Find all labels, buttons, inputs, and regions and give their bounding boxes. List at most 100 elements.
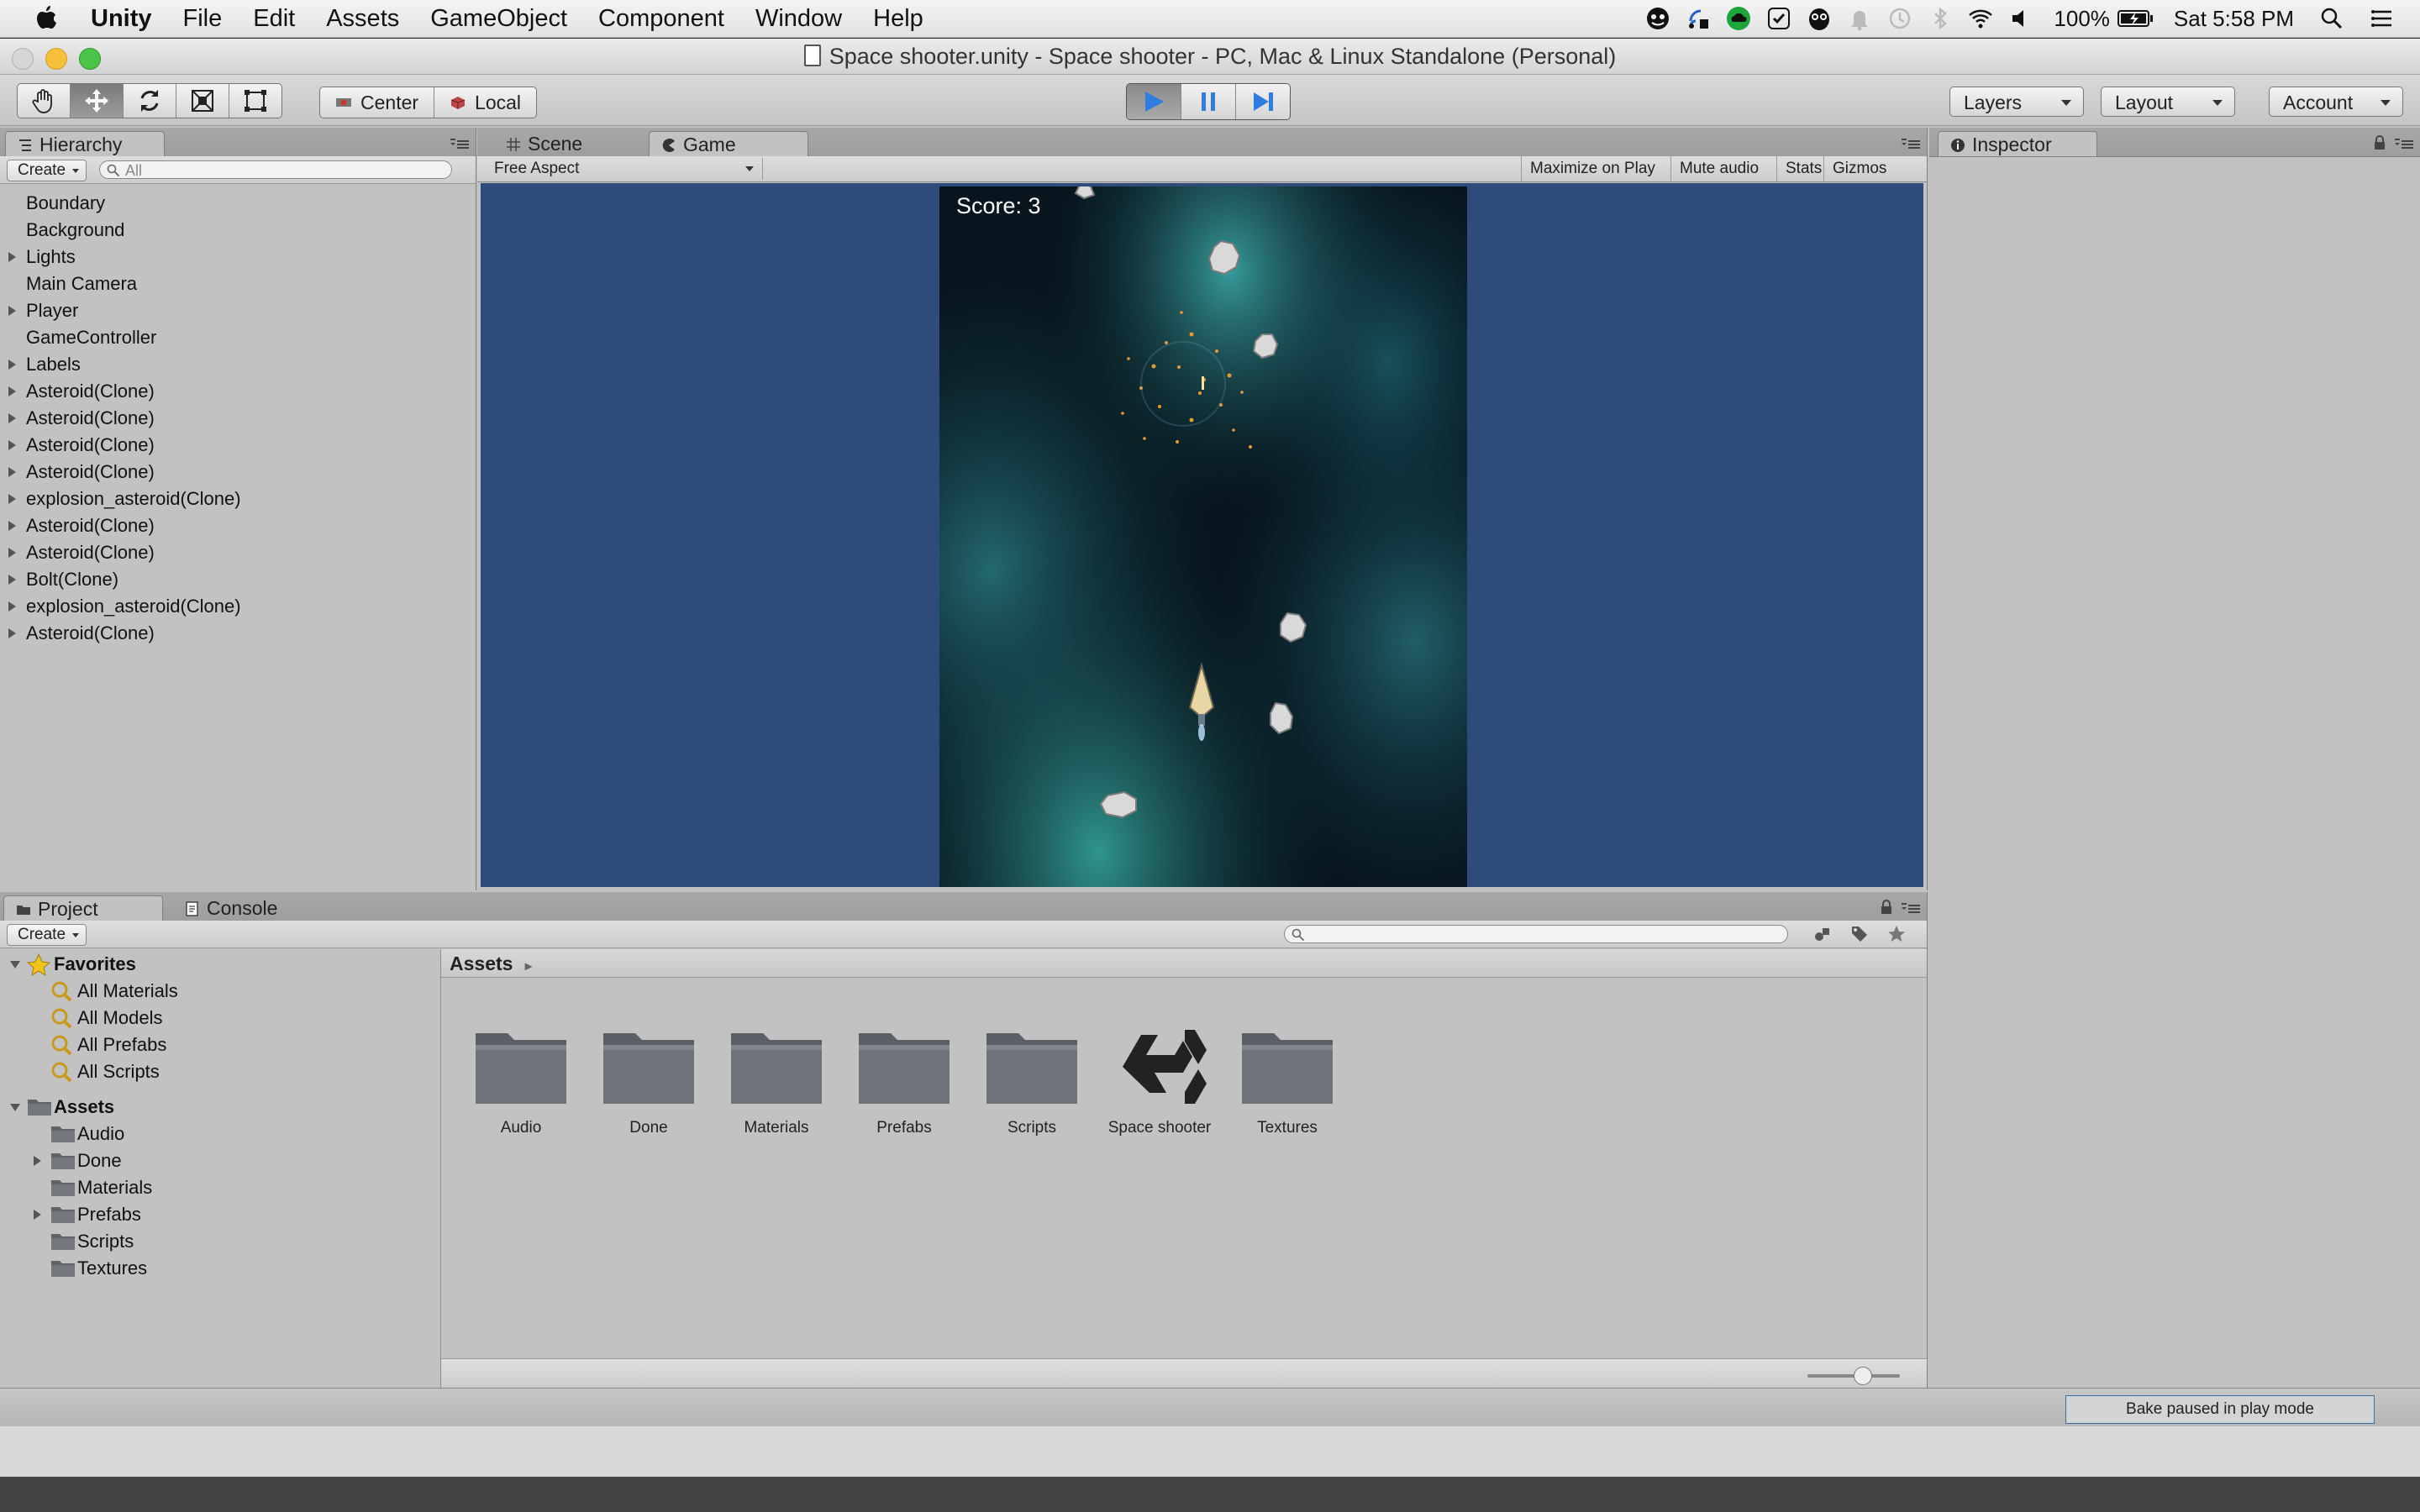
aspect-ratio-dropdown[interactable]: Free Aspect: [486, 158, 763, 180]
hierarchy-item[interactable]: Labels: [0, 351, 476, 378]
expand-arrow-icon[interactable]: [8, 601, 16, 612]
step-button[interactable]: [1236, 84, 1290, 119]
hierarchy-item[interactable]: Asteroid(Clone): [0, 512, 476, 539]
asset-folder-item[interactable]: Textures: [0, 1255, 440, 1282]
favorite-item[interactable]: All Materials: [0, 978, 440, 1005]
notification-bell-icon[interactable]: [1847, 6, 1872, 31]
scale-tool-button[interactable]: [176, 84, 229, 118]
tab-scene[interactable]: Scene: [494, 131, 637, 156]
hierarchy-item[interactable]: Asteroid(Clone): [0, 620, 476, 647]
pivot-center-button[interactable]: Center: [320, 87, 435, 118]
asset-folder[interactable]: Scripts: [969, 1020, 1095, 1137]
tab-console[interactable]: Console: [173, 895, 316, 921]
asset-folder[interactable]: Materials: [713, 1020, 839, 1137]
hierarchy-item[interactable]: Asteroid(Clone): [0, 378, 476, 405]
hierarchy-item[interactable]: Lights: [0, 244, 476, 270]
window-close-button[interactable]: [12, 48, 34, 70]
favorites-star-icon[interactable]: [1887, 925, 1906, 943]
asset-folder-item[interactable]: Prefabs: [0, 1201, 440, 1228]
layout-dropdown[interactable]: Layout: [2101, 87, 2235, 117]
hand-tool-button[interactable]: [18, 84, 71, 118]
hierarchy-item[interactable]: Boundary: [0, 190, 476, 217]
hierarchy-create-button[interactable]: Create: [7, 160, 87, 181]
hierarchy-item[interactable]: explosion_asteroid(Clone): [0, 486, 476, 512]
favorites-section[interactable]: Favorites: [0, 951, 440, 978]
menu-file[interactable]: File: [183, 5, 223, 33]
notification-center-icon[interactable]: [2370, 6, 2395, 31]
window-zoom-button[interactable]: [79, 48, 101, 70]
asset-folder[interactable]: Textures: [1224, 1020, 1350, 1137]
expand-arrow-icon[interactable]: [8, 360, 16, 370]
hierarchy-item[interactable]: GameController: [0, 324, 476, 351]
volume-icon[interactable]: [2008, 6, 2033, 31]
expand-arrow-icon[interactable]: [8, 628, 16, 638]
owl-app-icon[interactable]: [1807, 6, 1832, 31]
collapse-arrow-icon[interactable]: [10, 961, 20, 969]
assets-breadcrumb[interactable]: Assets ▸: [441, 949, 1927, 978]
asset-folder-item[interactable]: Done: [0, 1147, 440, 1174]
pivot-local-button[interactable]: Local: [434, 87, 536, 118]
window-minimize-button[interactable]: [45, 48, 67, 70]
move-tool-button[interactable]: [71, 84, 124, 118]
hierarchy-search-input[interactable]: All: [99, 160, 452, 179]
hierarchy-item[interactable]: Asteroid(Clone): [0, 405, 476, 432]
asset-folder-item[interactable]: Materials: [0, 1174, 440, 1201]
menu-edit[interactable]: Edit: [253, 5, 295, 33]
maximize-on-play-toggle[interactable]: Maximize on Play: [1521, 156, 1664, 181]
hierarchy-item[interactable]: Bolt(Clone): [0, 566, 476, 593]
play-button[interactable]: [1127, 84, 1181, 119]
hierarchy-item[interactable]: Player: [0, 297, 476, 324]
wifi-sync-icon[interactable]: [1686, 6, 1711, 31]
filter-by-label-icon[interactable]: [1850, 925, 1869, 943]
menu-help[interactable]: Help: [873, 5, 923, 33]
hierarchy-item[interactable]: explosion_asteroid(Clone): [0, 593, 476, 620]
favorite-item[interactable]: All Prefabs: [0, 1032, 440, 1058]
cloud-sync-icon[interactable]: [1726, 6, 1751, 31]
hierarchy-item[interactable]: Background: [0, 217, 476, 244]
rotate-tool-button[interactable]: [124, 84, 176, 118]
expand-arrow-icon[interactable]: [8, 252, 16, 262]
battery-charging-icon[interactable]: [2117, 6, 2154, 31]
bake-status[interactable]: Bake paused in play mode: [2065, 1395, 2375, 1424]
pause-button[interactable]: [1181, 84, 1236, 119]
bluetooth-icon[interactable]: [1928, 6, 1953, 31]
filter-by-type-icon[interactable]: [1813, 926, 1832, 942]
task-check-icon[interactable]: [1766, 6, 1791, 31]
expand-arrow-icon[interactable]: [8, 440, 16, 450]
apple-icon[interactable]: [34, 4, 59, 33]
asset-folder[interactable]: Prefabs: [841, 1020, 967, 1137]
wifi-icon[interactable]: [1968, 6, 1993, 31]
asset-folder-item[interactable]: Audio: [0, 1121, 440, 1147]
account-dropdown[interactable]: Account: [2269, 87, 2403, 117]
asset-folder[interactable]: Audio: [458, 1020, 584, 1137]
expand-arrow-icon[interactable]: [34, 1210, 41, 1220]
project-create-button[interactable]: Create: [7, 924, 87, 946]
hierarchy-item[interactable]: Asteroid(Clone): [0, 459, 476, 486]
rect-tool-button[interactable]: [229, 84, 281, 118]
slider-knob[interactable]: [1854, 1367, 1872, 1385]
layers-dropdown[interactable]: Layers: [1949, 87, 2084, 117]
stats-toggle[interactable]: Stats: [1776, 156, 1830, 181]
mute-audio-toggle[interactable]: Mute audio: [1670, 156, 1767, 181]
assets-section[interactable]: Assets: [0, 1094, 440, 1121]
lock-icon[interactable]: [1880, 900, 1893, 915]
panel-menu-icon[interactable]: [1902, 138, 1920, 150]
collapse-arrow-icon[interactable]: [10, 1104, 20, 1111]
spotlight-search-icon[interactable]: [2319, 6, 2344, 31]
expand-arrow-icon[interactable]: [8, 467, 16, 477]
asset-folder-item[interactable]: Scripts: [0, 1228, 440, 1255]
menu-window[interactable]: Window: [755, 5, 842, 33]
asset-folder[interactable]: Done: [586, 1020, 712, 1137]
breadcrumb-assets[interactable]: Assets: [450, 953, 513, 974]
menubar-clock[interactable]: Sat 5:58 PM: [2174, 6, 2294, 32]
favorite-item[interactable]: All Scripts: [0, 1058, 440, 1085]
hierarchy-item[interactable]: Asteroid(Clone): [0, 539, 476, 566]
menu-component[interactable]: Component: [598, 5, 724, 33]
tab-hierarchy[interactable]: Hierarchy: [5, 131, 165, 156]
menu-gameobject[interactable]: GameObject: [430, 5, 567, 33]
expand-arrow-icon[interactable]: [8, 386, 16, 396]
lock-icon[interactable]: [2373, 135, 2386, 150]
tab-inspector[interactable]: Inspector: [1938, 131, 2097, 156]
expand-arrow-icon[interactable]: [8, 494, 16, 504]
expand-arrow-icon[interactable]: [8, 548, 16, 558]
